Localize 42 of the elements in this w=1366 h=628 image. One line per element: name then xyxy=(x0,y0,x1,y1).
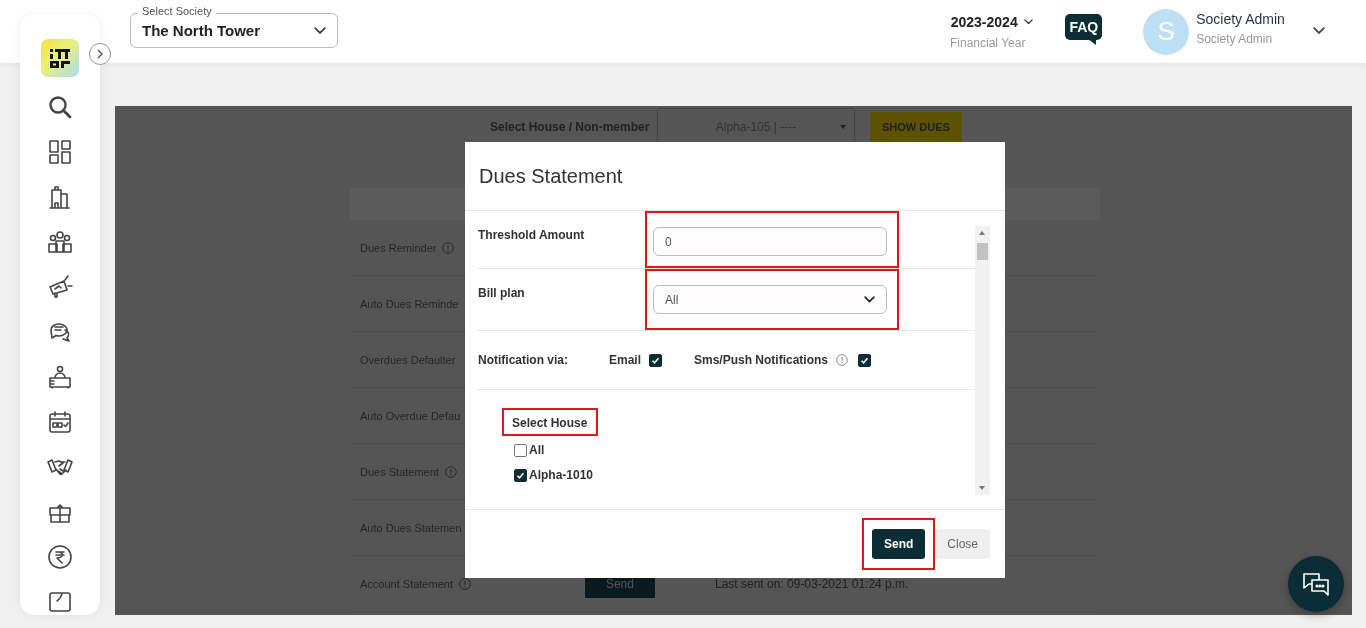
user-role: Society Admin xyxy=(1196,32,1274,46)
chevron-down-icon xyxy=(1312,27,1325,35)
calendar-icon[interactable] xyxy=(47,409,73,435)
chevron-right-icon xyxy=(96,49,104,59)
send-button[interactable]: Send xyxy=(871,529,926,559)
search-icon[interactable] xyxy=(47,94,73,120)
checkbox[interactable] xyxy=(858,353,872,367)
house-option: Alpha-1010 xyxy=(529,468,594,482)
field-label: Bill plan xyxy=(478,285,526,302)
society-select[interactable]: Select Society The North Tower xyxy=(130,5,338,48)
megaphone-icon[interactable] xyxy=(47,274,73,300)
threshold-input[interactable]: 0 xyxy=(653,227,887,256)
bill-plan-select[interactable]: All xyxy=(653,285,887,314)
info-icon[interactable] xyxy=(458,577,471,590)
chat-icon xyxy=(1302,571,1330,597)
rupee-icon[interactable] xyxy=(47,544,73,570)
select-value: The North Tower xyxy=(142,22,261,39)
section-title: Select House xyxy=(502,408,599,436)
field-label: Notification via: xyxy=(478,353,569,367)
chevron-down-icon xyxy=(1023,18,1033,25)
reception-desk-icon[interactable] xyxy=(47,364,73,390)
checkbox[interactable] xyxy=(514,443,527,457)
building-icon[interactable] xyxy=(47,184,73,210)
field-label: Threshold Amount xyxy=(478,227,586,244)
year-caption: Financial Year xyxy=(950,35,1026,50)
logo-icon[interactable] xyxy=(41,39,79,77)
user-name: Society Admin xyxy=(1196,11,1285,27)
chevron-down-icon xyxy=(864,296,875,303)
close-button[interactable]: Close xyxy=(935,529,990,559)
option-label: Sms/Push Notifications xyxy=(694,353,829,367)
option-label: Email xyxy=(609,353,641,367)
grid-icon[interactable] xyxy=(47,139,73,165)
bubble-tail-icon xyxy=(1088,38,1097,45)
year-dropdown[interactable]: 2023-2024 xyxy=(950,13,1033,30)
scrollbar[interactable] xyxy=(975,226,990,495)
chevron-down-icon xyxy=(314,26,326,35)
field-label: Select Society xyxy=(138,5,216,18)
checkbox[interactable] xyxy=(514,468,527,482)
checkbox[interactable] xyxy=(649,353,662,367)
people-icon[interactable] xyxy=(47,229,73,255)
dialog-title: Dues Statement xyxy=(479,164,623,188)
house-option: All xyxy=(529,443,545,457)
